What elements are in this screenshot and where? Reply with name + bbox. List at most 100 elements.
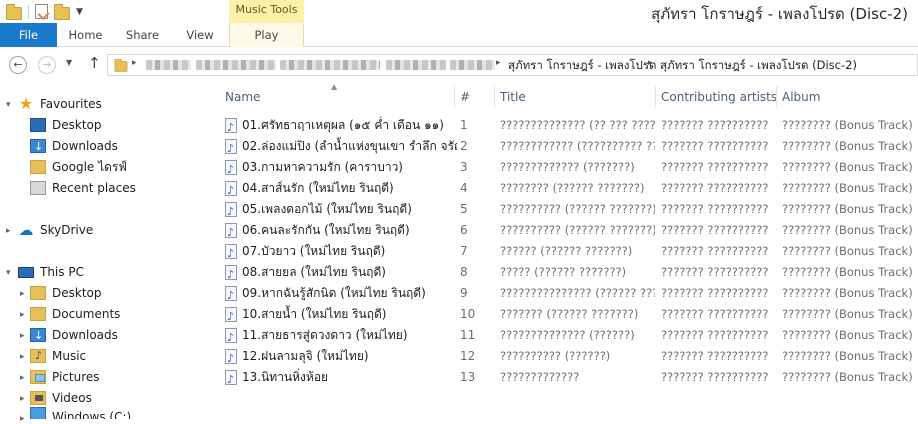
audio-file-icon [225, 285, 237, 304]
chevron-right-icon[interactable]: ▸ [496, 58, 501, 68]
expand-icon[interactable]: ▸ [20, 394, 25, 404]
file-row[interactable]: 12.ฝนลามลุจิ (ใหม่ไทย) 12 ?????????? (????… [212, 346, 918, 367]
file-row[interactable]: 11.สายธารสู่ดวงดาว (ใหม่ไทย) 11??????????… [212, 325, 918, 346]
new-folder-icon[interactable] [54, 4, 70, 20]
forward-button[interactable]: → [38, 56, 56, 74]
album-name: ???????? (Bonus Track) [782, 244, 913, 258]
file-name-cell: 08.สายยล (ใหม่ไทย รินฤดี) [225, 262, 457, 283]
recent-locations-icon[interactable]: ▼ [66, 58, 72, 67]
up-arrow-icon[interactable]: ↑ [88, 54, 101, 72]
contributing-artists: ??????? ?????????? [661, 181, 769, 195]
album-name: ???????? (Bonus Track) [782, 328, 913, 342]
track-title: ??????????????? (?????? ?????? [500, 286, 655, 300]
nav-label: Music [52, 349, 87, 363]
collapse-icon[interactable]: ▾ [6, 268, 11, 278]
file-row[interactable]: 02.ล่องแม่ปิง (ลำน้ำแห่งขุนเขา รำลึก จรั… [212, 136, 918, 157]
chevron-right-icon[interactable]: ▸ [132, 58, 137, 68]
file-row[interactable]: 05.เพลงดอกไม้ (ใหม่ไทย รินฤดี) 5?????????… [212, 199, 918, 220]
properties-icon[interactable] [35, 4, 48, 19]
expand-icon[interactable]: ▸ [20, 373, 25, 383]
nav-pc-desktop[interactable]: Desktop [30, 283, 102, 303]
nav-this-pc[interactable]: This PC [18, 262, 84, 282]
nav-fav-desktop[interactable]: Desktop [30, 115, 102, 135]
redacted-path [146, 60, 191, 70]
audio-file-icon [225, 138, 237, 157]
contributing-artists: ??????? ?????????? [661, 118, 769, 132]
address-bar[interactable]: ▸ ▸ สุภัทรา โกราษฎร์ - เพลงโปรด ▸ สุภัทร… [107, 54, 918, 76]
nav-pc-pictures[interactable]: Pictures [30, 367, 100, 387]
file-row[interactable]: 07.บัวยาว (ใหม่ไทย รินฤดี) 7 ?????? (?????… [212, 241, 918, 262]
column-divider[interactable] [776, 86, 777, 108]
track-title: ????? (?????? ???????) [500, 265, 627, 279]
nav-favourites[interactable]: ★ Favourites [18, 94, 102, 114]
track-title: ?????????? (??????) [500, 349, 611, 363]
file-row[interactable]: 01.ศรัทธาฤาเหตุผล (๑๕ ค่ำ เดือน ๑๑) 1????… [212, 115, 918, 136]
collapse-icon[interactable]: ▾ [6, 100, 11, 110]
nav-fav-downloads[interactable]: Downloads [30, 136, 118, 157]
chevron-right-icon[interactable]: ▸ [648, 58, 653, 68]
album-name: ???????? (Bonus Track) [782, 286, 913, 300]
folder-icon[interactable] [6, 4, 22, 20]
expand-icon[interactable]: ▸ [20, 289, 25, 299]
file-row[interactable]: 13.นิทานหิ่งห้อย 13????????????? ??????? ?… [212, 367, 918, 388]
file-row[interactable]: 08.สายยล (ใหม่ไทย รินฤดี) 8 ????? (?????? … [212, 262, 918, 283]
tab-play[interactable]: Play [229, 23, 304, 47]
tab-home[interactable]: Home [57, 23, 114, 47]
nav-pc-videos[interactable]: Videos [30, 388, 92, 408]
column-divider[interactable] [494, 86, 495, 108]
downloads-icon [30, 326, 46, 346]
contributing-artists: ??????? ?????????? [661, 307, 769, 321]
nav-pc-windows-c[interactable]: Windows (C:) [30, 407, 131, 419]
file-name: 11.สายธารสู่ดวงดาว (ใหม่ไทย) [242, 328, 408, 342]
desktop-icon [30, 118, 46, 132]
file-name-cell: 05.เพลงดอกไม้ (ใหม่ไทย รินฤดี) [225, 199, 457, 220]
column-header-number[interactable]: # [460, 86, 470, 108]
file-list: ▲ Name # Title Contributing artists Albu… [212, 82, 918, 419]
nav-pc-music[interactable]: Music [30, 346, 86, 366]
tab-view[interactable]: View [171, 23, 229, 47]
nav-pc-documents[interactable]: Documents [30, 304, 120, 324]
file-row[interactable]: 04.สาส์นรัก (ใหม่ไทย รินฤดี) 4 ???????? (?… [212, 178, 918, 199]
audio-file-icon [225, 306, 237, 325]
nav-pc-downloads[interactable]: Downloads [30, 325, 118, 346]
file-name-cell: 10.สายน้ำ (ใหม่ไทย รินฤดี) [225, 304, 457, 325]
tab-share[interactable]: Share [114, 23, 171, 47]
column-header-artists[interactable]: Contributing artists [661, 86, 777, 108]
videos-folder-icon [30, 391, 46, 405]
audio-file-icon [225, 117, 237, 136]
nav-fav-recent-places[interactable]: Recent places [30, 178, 136, 198]
expand-icon[interactable]: ▸ [20, 310, 25, 320]
file-row[interactable]: 09.หากฉันรู้สักนิด (ใหม่ไทย รินฤดี) 9????… [212, 283, 918, 304]
column-header-name[interactable]: Name [225, 86, 260, 108]
expand-icon[interactable]: ▸ [20, 352, 25, 362]
expand-icon[interactable]: ▸ [20, 331, 25, 341]
album-name: ???????? (Bonus Track) [782, 202, 913, 216]
file-name-cell: 07.บัวยาว (ใหม่ไทย รินฤดี) [225, 241, 457, 262]
google-drive-folder-icon [30, 160, 46, 174]
tab-file[interactable]: File [0, 23, 57, 47]
nav-label: This PC [40, 265, 84, 279]
file-row[interactable]: 10.สายน้ำ (ใหม่ไทย รินฤดี) 10 ??????? (???… [212, 304, 918, 325]
drive-icon [30, 407, 46, 419]
expand-icon[interactable]: ▸ [20, 414, 25, 424]
customize-toolbar-icon[interactable]: ▼ [76, 7, 83, 17]
file-name-cell: 01.ศรัทธาฤาเหตุผล (๑๕ ค่ำ เดือน ๑๑) [225, 115, 457, 136]
expand-icon[interactable]: ▸ [6, 226, 11, 236]
column-header-title[interactable]: Title [500, 86, 526, 108]
contributing-artists: ??????? ?????????? [661, 202, 769, 216]
back-button[interactable]: ← [9, 56, 27, 74]
nav-fav-google-drive[interactable]: Google ไดรฟ์ [30, 157, 127, 177]
track-title: ?????????????? (??????) [500, 328, 635, 342]
column-header-album[interactable]: Album [782, 86, 820, 108]
file-row[interactable]: 06.คนละรักกัน (ใหม่ไทย รินฤดี) 6?????????… [212, 220, 918, 241]
track-number: 11 [460, 328, 476, 342]
file-name-cell: 03.กามหาความรัก (คาราบาว) [225, 157, 457, 178]
nav-skydrive[interactable]: ☁ SkyDrive [18, 220, 94, 240]
file-row[interactable]: 03.กามหาความรัก (คาราบาว) 3 ????????????? … [212, 157, 918, 178]
breadcrumb-parent[interactable]: สุภัทรา โกราษฎร์ - เพลงโปรด [508, 57, 656, 75]
column-divider[interactable] [655, 86, 656, 108]
breadcrumb-current[interactable]: สุภัทรา โกราษฎร์ - เพลงโปรด (Disc-2) [660, 57, 857, 75]
album-name: ???????? (Bonus Track) [782, 265, 913, 279]
redacted-path [450, 60, 495, 70]
column-divider[interactable] [454, 86, 455, 108]
